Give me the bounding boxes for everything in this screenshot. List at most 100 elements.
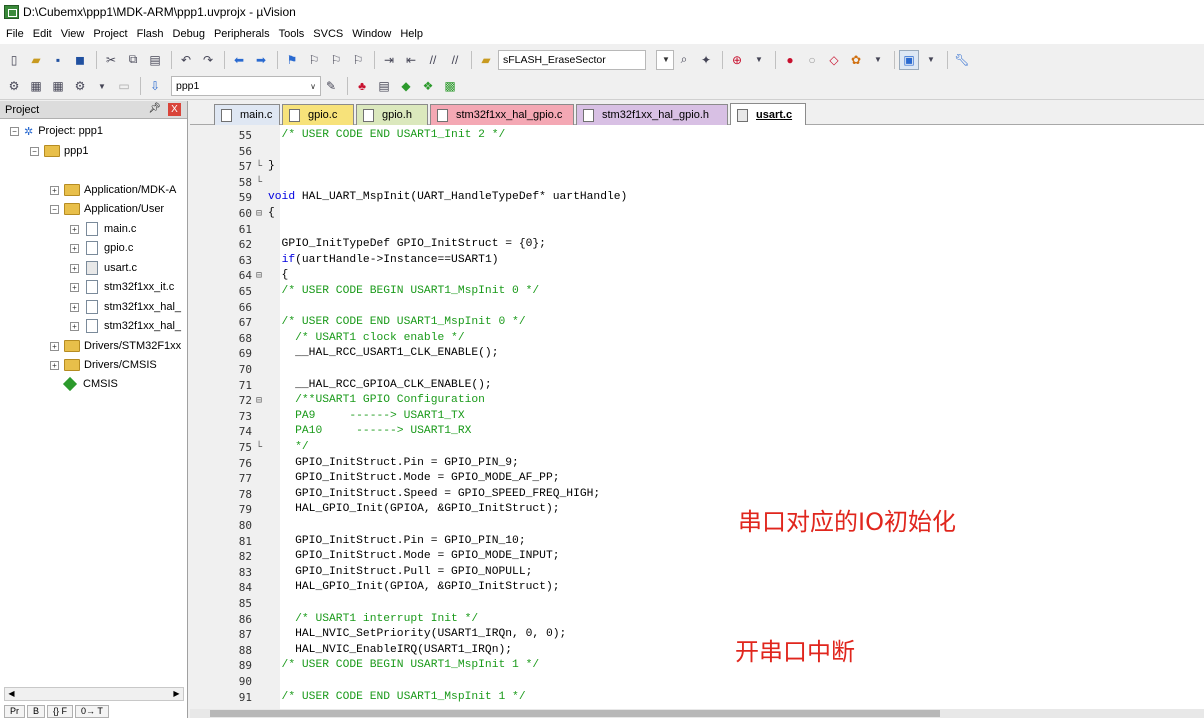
tree-item-file[interactable]: + stm32f1xx_hal_	[70, 298, 181, 316]
code-line[interactable]: GPIO_InitStruct.Pull = GPIO_NOPULL;	[268, 565, 532, 581]
code-line[interactable]: GPIO_InitStruct.Pin = GPIO_PIN_10;	[268, 534, 526, 550]
tree-item-target[interactable]: − ppp1	[30, 142, 88, 160]
code-line[interactable]: /* USER CODE END USART1_MspInit 1 */	[268, 690, 526, 706]
select-software-packs-icon[interactable]: ▩	[440, 76, 460, 96]
code-line[interactable]: __HAL_RCC_GPIOA_CLK_ENABLE();	[268, 378, 492, 394]
tab-gpio-h[interactable]: gpio.h	[356, 104, 428, 125]
code-line[interactable]: GPIO_InitStruct.Mode = GPIO_MODE_INPUT;	[268, 549, 559, 565]
menu-project[interactable]: Project	[93, 28, 127, 40]
dropdown-arrow-icon[interactable]: ▼	[92, 76, 112, 96]
expand-icon[interactable]: +	[70, 282, 79, 292]
redo-icon[interactable]: ↷	[198, 50, 218, 70]
code-line[interactable]: /* USART1 clock enable */	[268, 331, 465, 347]
code-line[interactable]: }	[268, 159, 275, 175]
tree-item-file[interactable]: + stm32f1xx_it.c	[70, 278, 174, 296]
batch-build-icon[interactable]: ⚙	[70, 76, 90, 96]
save-all-icon[interactable]: ◼	[70, 50, 90, 70]
code-line[interactable]: void HAL_UART_MspInit(UART_HandleTypeDef…	[268, 190, 627, 206]
menu-file[interactable]: File	[6, 28, 24, 40]
next-bookmark-icon[interactable]: ⚐	[326, 50, 346, 70]
menu-debug[interactable]: Debug	[173, 28, 205, 40]
code-line[interactable]: GPIO_InitStruct.Speed = GPIO_SPEED_FREQ_…	[268, 487, 600, 503]
manage-components-icon[interactable]: ♣	[352, 76, 372, 96]
expand-icon[interactable]: +	[70, 243, 79, 253]
tree-item-file[interactable]: + gpio.c	[70, 239, 133, 257]
function-combo-dropdown[interactable]: ▼	[656, 49, 674, 70]
target-combo[interactable]: ppp1 ∨	[171, 76, 321, 96]
tab-templates[interactable]: 0→ T	[75, 705, 109, 718]
tab-gpio-c[interactable]: gpio.c	[282, 104, 354, 125]
expand-icon[interactable]: +	[50, 360, 59, 370]
collapse-icon[interactable]: −	[30, 146, 39, 156]
editor-horizontal-scrollbar[interactable]	[190, 709, 1204, 718]
find-icon[interactable]: ⌕	[674, 50, 694, 70]
unindent-icon[interactable]: ⇤	[401, 50, 421, 70]
menu-edit[interactable]: Edit	[33, 28, 52, 40]
nav-forward-icon[interactable]: ➡	[251, 50, 271, 70]
tree-item-file[interactable]: + main.c	[70, 220, 136, 238]
code-line[interactable]: PA9 ------> USART1_TX	[268, 409, 465, 425]
pin-icon[interactable]: 📌︎	[148, 103, 161, 114]
configure-icon[interactable]: ✦	[696, 50, 716, 70]
close-icon[interactable]: X	[168, 103, 181, 116]
code-line[interactable]: __HAL_RCC_USART1_CLK_ENABLE();	[268, 346, 498, 362]
code-line[interactable]: /* USER CODE END USART1_Init 2 */	[268, 128, 506, 144]
collapse-icon[interactable]: −	[10, 126, 19, 136]
code-line[interactable]: GPIO_InitTypeDef GPIO_InitStruct = {0};	[268, 237, 546, 253]
fold-toggle-icon[interactable]: ⊟	[256, 206, 267, 222]
bookmark-icon[interactable]: ⚑	[282, 50, 302, 70]
code-line[interactable]: /* USER CODE END USART1_MspInit 0 */	[268, 315, 526, 331]
wrench-icon[interactable]: 🔧︎	[952, 50, 972, 70]
tab-books[interactable]: B	[27, 705, 46, 718]
code-line[interactable]: HAL_GPIO_Init(GPIOA, &GPIO_InitStruct);	[268, 502, 559, 518]
tab-functions[interactable]: {} F	[47, 705, 74, 718]
comment-icon[interactable]: //	[423, 50, 443, 70]
tab-hal-gpio-h[interactable]: stm32f1xx_hal_gpio.h	[576, 104, 728, 125]
fold-toggle-icon[interactable]: ⊟	[256, 268, 267, 284]
scrollbar-thumb[interactable]	[210, 710, 940, 717]
tree-item-group-drivers-stm32[interactable]: + Drivers/STM32F1xx	[50, 337, 181, 355]
code-line[interactable]: if(uartHandle->Instance==USART1)	[268, 253, 499, 269]
indent-icon[interactable]: ⇥	[379, 50, 399, 70]
tab-project[interactable]: Pr	[4, 705, 25, 718]
menu-svcs[interactable]: SVCS	[313, 28, 343, 40]
undo-icon[interactable]: ↶	[176, 50, 196, 70]
code-line[interactable]: HAL_NVIC_EnableIRQ(USART1_IRQn);	[268, 643, 512, 659]
code-line[interactable]: /* USART1 interrupt Init */	[268, 612, 478, 628]
fold-toggle-icon[interactable]: ⊟	[256, 393, 267, 409]
stop-build-icon[interactable]: ▭	[114, 76, 134, 96]
tree-item-cmsis[interactable]: CMSIS	[62, 375, 118, 393]
dropdown-arrow-icon[interactable]: ▼	[921, 50, 941, 70]
copy-icon[interactable]: ⧉	[123, 50, 143, 70]
expand-icon[interactable]: +	[70, 224, 79, 234]
paste-icon[interactable]: ▤	[145, 50, 165, 70]
tree-item-project-root[interactable]: − ✲ Project: ppp1	[10, 122, 103, 140]
file-extensions-icon[interactable]: ▤	[374, 76, 394, 96]
zoom-icon[interactable]: ⊕	[727, 50, 747, 70]
menu-flash[interactable]: Flash	[137, 28, 164, 40]
code-line[interactable]: PA10 ------> USART1_RX	[268, 424, 471, 440]
dropdown-arrow-icon[interactable]: ▼	[868, 50, 888, 70]
pack-installer-icon[interactable]: ◆	[396, 76, 416, 96]
expand-icon[interactable]: +	[50, 185, 59, 195]
tree-item-group-mdk[interactable]: + Application/MDK-A	[50, 181, 176, 199]
run-time-env-icon[interactable]: ❖	[418, 76, 438, 96]
collapse-icon[interactable]: −	[50, 204, 59, 214]
menu-help[interactable]: Help	[400, 28, 423, 40]
expand-icon[interactable]: +	[70, 302, 79, 312]
panel-horizontal-scrollbar[interactable]: ◀ ▶	[4, 687, 184, 701]
tab-usart-c-active[interactable]: usart.c	[730, 103, 806, 126]
debug-settings-icon[interactable]: ✿	[846, 50, 866, 70]
breakpoint-icon[interactable]: ●	[780, 50, 800, 70]
prev-bookmark-icon[interactable]: ⚐	[304, 50, 324, 70]
menu-peripherals[interactable]: Peripherals	[214, 28, 270, 40]
menu-window[interactable]: Window	[352, 28, 391, 40]
kill-breakpoints-icon[interactable]: ◇	[824, 50, 844, 70]
dropdown-arrow-icon[interactable]: ▼	[749, 50, 769, 70]
translate-icon[interactable]: ⚙	[4, 76, 24, 96]
code-line[interactable]: {	[268, 268, 289, 284]
tree-item-file[interactable]: + stm32f1xx_hal_	[70, 317, 181, 335]
expand-icon[interactable]: +	[50, 341, 59, 351]
code-line[interactable]: HAL_GPIO_Init(GPIOA, &GPIO_InitStruct);	[268, 580, 559, 596]
tree-item-file[interactable]: + usart.c	[70, 259, 137, 277]
